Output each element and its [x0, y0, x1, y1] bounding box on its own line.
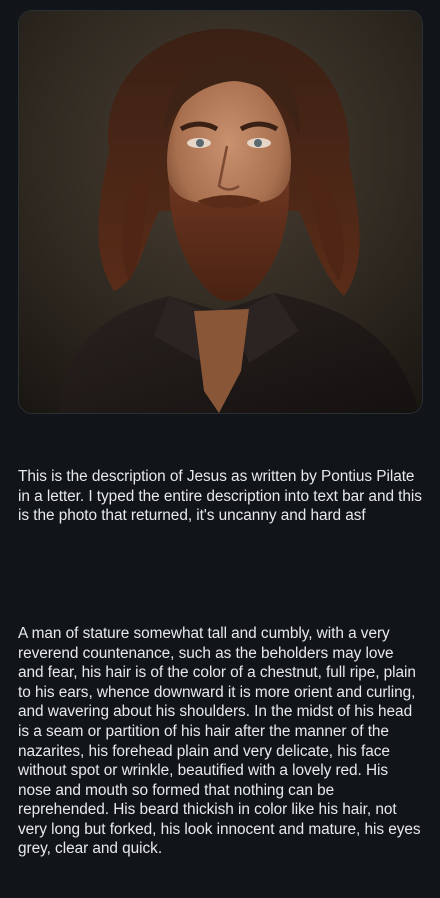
portrait-illustration: [19, 11, 422, 413]
post-caption-intro: This is the description of Jesus as writ…: [18, 468, 427, 525]
post-caption-quote: A man of stature somewhat tall and cumbl…: [18, 624, 425, 858]
post-caption: This is the description of Jesus as writ…: [18, 428, 423, 898]
post-image[interactable]: [18, 10, 423, 414]
post: This is the description of Jesus as writ…: [0, 0, 440, 857]
